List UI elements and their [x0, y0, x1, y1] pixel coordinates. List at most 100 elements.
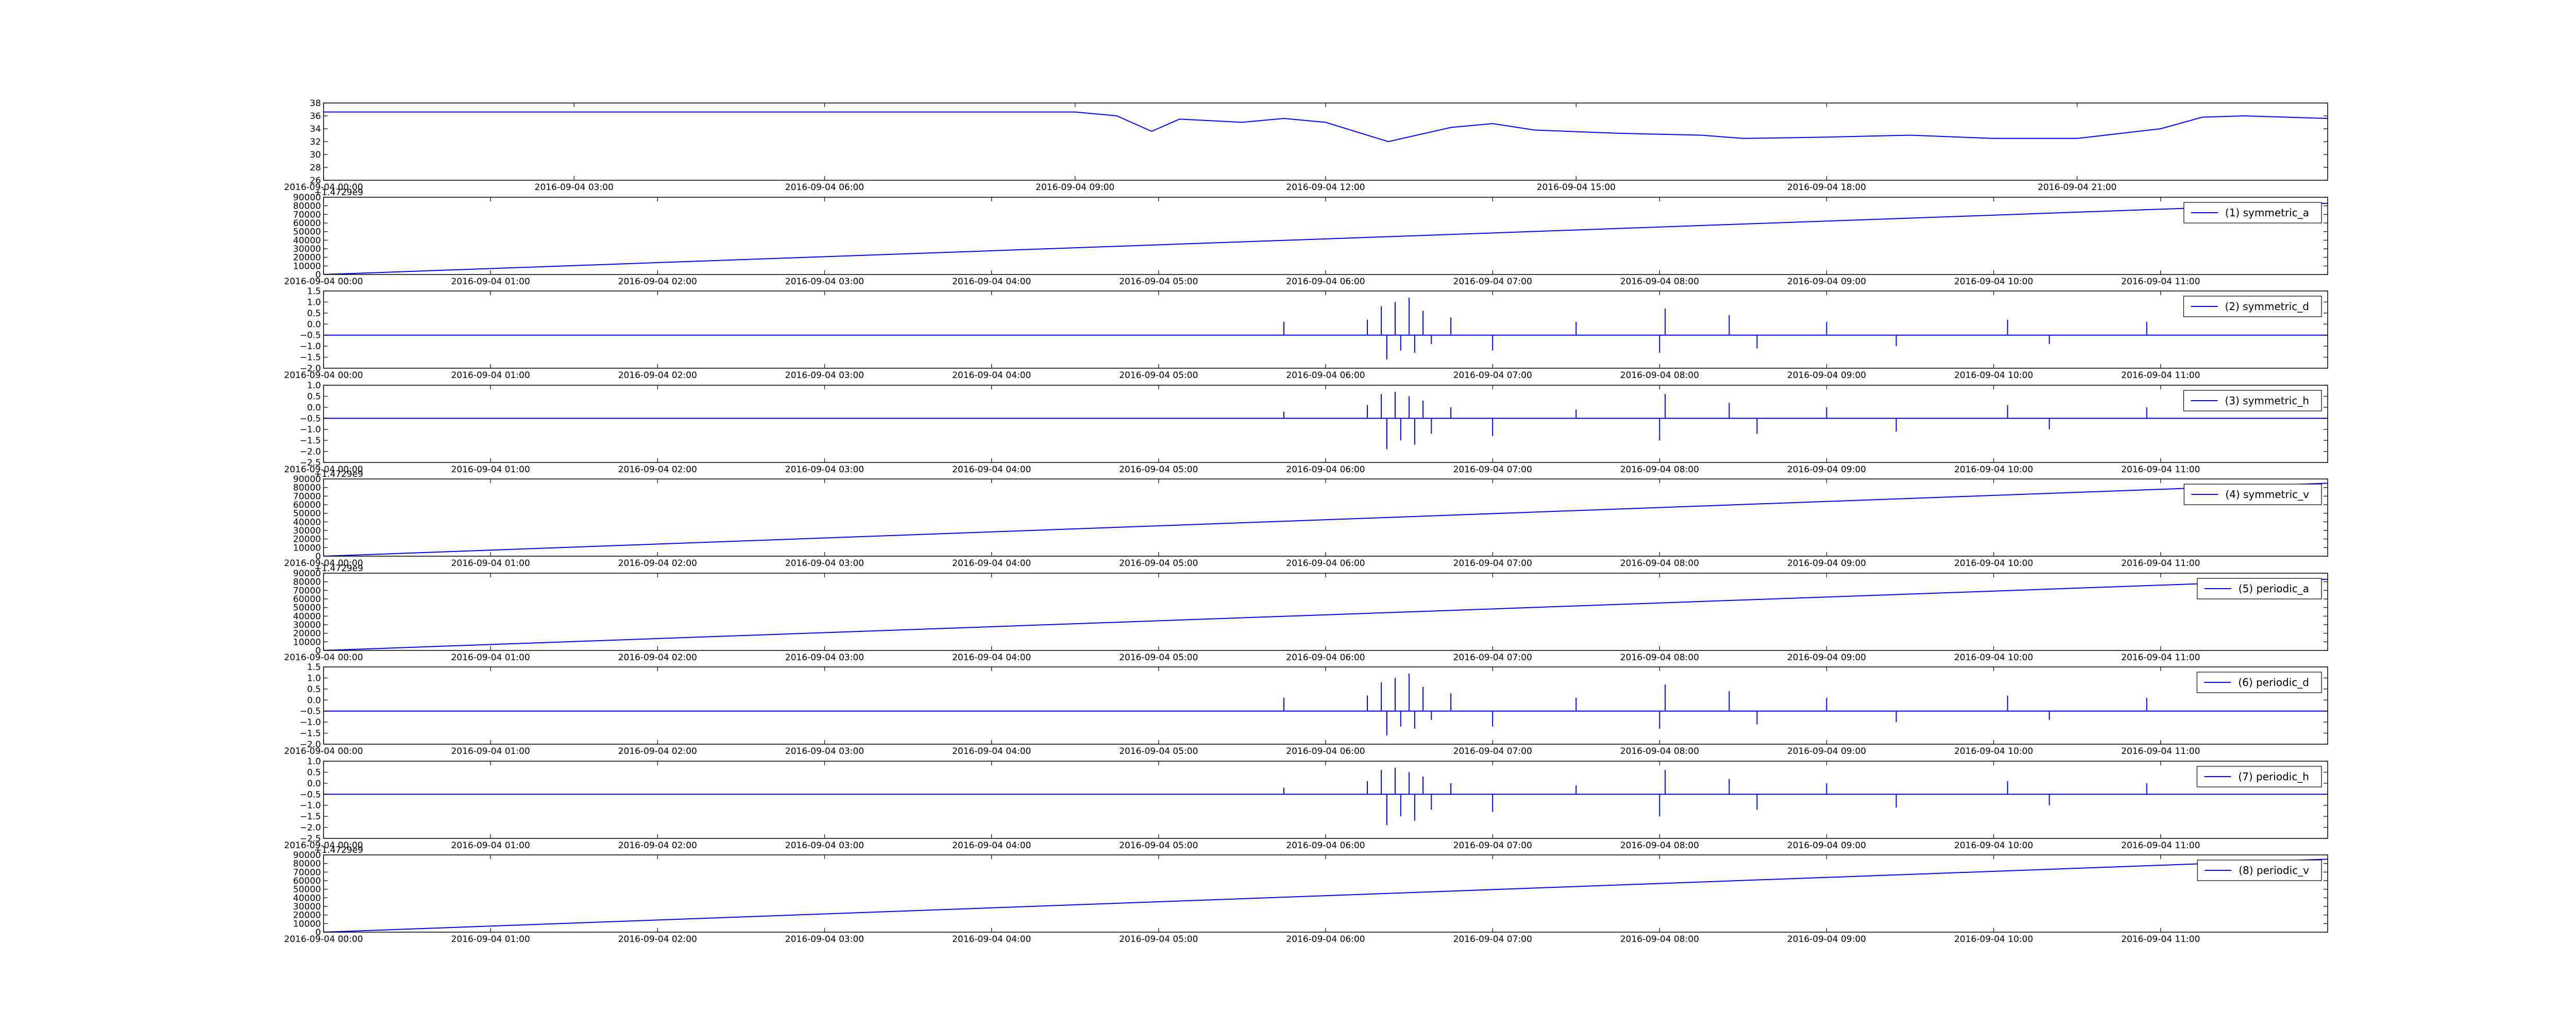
x-tick-label: 2016-09-04 21:00: [2038, 182, 2116, 193]
x-tick-label: 2016-09-04 01:00: [451, 653, 530, 663]
x-tick-label: 2016-09-04 15:00: [1537, 182, 1616, 193]
x-tick-label: 2016-09-04 06:00: [1286, 840, 1365, 851]
x-tick-label: 2016-09-04 09:00: [1787, 465, 1866, 475]
x-tick-label: 2016-09-04 00:00: [284, 370, 363, 381]
legend-label: (1) symmetric_a: [2225, 207, 2309, 219]
y-tick-label: 1.0: [307, 381, 321, 391]
x-tick-label: 2016-09-04 11:00: [2121, 370, 2200, 381]
x-tick-label: 2016-09-04 07:00: [1453, 840, 1532, 851]
x-tick-label: 2016-09-04 01:00: [451, 277, 530, 287]
x-tick-label: 2016-09-04 02:00: [618, 558, 697, 569]
y-tick-label: −1.5: [300, 729, 321, 739]
legend: (8) periodic_v: [2197, 860, 2322, 881]
legend-label: (3) symmetric_h: [2225, 394, 2309, 407]
legend-label: (7) periodic_h: [2238, 770, 2309, 783]
y-tick-label: 34: [310, 124, 321, 134]
y-tick-label: 0.0: [307, 779, 321, 789]
panel-4: 0100002000030000400005000060000700008000…: [284, 469, 2328, 569]
x-tick-label: 2016-09-04 08:00: [1620, 370, 1699, 381]
x-tick-label: 2016-09-04 00:00: [284, 746, 363, 757]
panel-0: 262830323436382016-09-04 00:00 2016-09-04…: [284, 98, 2328, 193]
panel-8: 0100002000030000400005000060000700008000…: [284, 845, 2328, 945]
x-tick-label: 2016-09-04 07:00: [1453, 746, 1532, 757]
x-tick-label: 2016-09-04 04:00: [952, 558, 1031, 569]
y-tick-label: −1.0: [300, 801, 321, 811]
series-line: [324, 111, 2328, 143]
y-tick-label: 38: [310, 98, 321, 109]
y-tick-label: 36: [310, 111, 321, 122]
y-tick-label: 0.0: [307, 403, 321, 413]
panel-6: −2.0−1.5−1.0−0.50.00.51.01.52016-09-04 0…: [284, 662, 2328, 757]
y-offset-label: +1.4729e9: [314, 845, 363, 855]
figure: 262830323436382016-09-04 00:00 2016-09-04…: [284, 98, 2328, 945]
panel-2: −2.0−1.5−1.0−0.50.00.51.01.52016-09-04 0…: [284, 286, 2328, 381]
x-tick-label: 2016-09-04 10:00: [1954, 370, 2033, 381]
y-tick-label: −1.0: [300, 425, 321, 435]
x-tick-label: 2016-09-04 08:00: [1620, 277, 1699, 287]
x-tick-label: 2016-09-04 07:00: [1453, 653, 1532, 663]
axes-frame: [323, 385, 2328, 463]
axes-frame: [323, 854, 2328, 933]
axes-frame: [323, 573, 2328, 651]
x-tick-label: 2016-09-04 07:00: [1453, 558, 1532, 569]
x-tick-label: 2016-09-04 02:00: [618, 934, 697, 945]
x-tick-label: 2016-09-04 05:00: [1119, 653, 1198, 663]
x-tick-label: 2016-09-04 06:00: [1286, 934, 1365, 945]
x-tick-label: 2016-09-04 05:00: [1119, 746, 1198, 757]
x-tick-label: 2016-09-04 05:00: [1119, 370, 1198, 381]
y-tick-label: 1.0: [307, 673, 321, 683]
x-tick-label: 2016-09-04 01:00: [451, 934, 530, 945]
panel-1: 0100002000030000400005000060000700008000…: [284, 187, 2328, 287]
x-tick-label: 2016-09-04 07:00: [1453, 465, 1532, 475]
panel-3: −2.5−2.0−1.5−1.0−0.50.00.51.02016-09-04 …: [284, 381, 2328, 475]
x-tick-label: 2016-09-04 07:00: [1453, 370, 1532, 381]
x-tick-label: 2016-09-04 04:00: [952, 370, 1031, 381]
y-offset-label: +1.4729e9: [314, 187, 363, 198]
x-tick-label: 2016-09-04 03:00: [785, 277, 864, 287]
x-tick-label: 2016-09-04 00:00: [284, 653, 363, 663]
y-tick-label: 28: [310, 163, 321, 173]
x-tick-label: 2016-09-04 01:00: [451, 558, 530, 569]
x-tick-label: 2016-09-04 09:00: [1787, 653, 1866, 663]
x-tick-label: 2016-09-04 03:00: [785, 840, 864, 851]
x-tick-label: 2016-09-04 04:00: [952, 465, 1031, 475]
legend: (4) symmetric_v: [2183, 484, 2322, 505]
x-tick-label: 2016-09-04 10:00: [1954, 746, 2033, 757]
x-tick-label: 2016-09-04 04:00: [952, 840, 1031, 851]
x-tick-label: 2016-09-04 02:00: [618, 746, 697, 757]
legend-label: (6) periodic_d: [2238, 676, 2309, 689]
x-tick-label: 2016-09-04 10:00: [1954, 653, 2033, 663]
x-tick-label: 2016-09-04 10:00: [1954, 277, 2033, 287]
x-tick-label: 2016-09-04 06:00: [1286, 653, 1365, 663]
x-tick-label: 2016-09-04 01:00: [451, 465, 530, 475]
x-tick-label: 2016-09-04 09:00: [1787, 277, 1866, 287]
legend: (2) symmetric_d: [2183, 296, 2322, 317]
x-tick-label: 2016-09-04 08:00: [1620, 653, 1699, 663]
axes-frame: [323, 290, 2328, 369]
x-tick-label: 2016-09-04 12:00: [1286, 182, 1365, 193]
y-offset-label: +1.4729e9: [314, 563, 363, 574]
x-tick-label: 2016-09-04 04:00: [952, 746, 1031, 757]
x-tick-label: 2016-09-04 10:00: [1954, 934, 2033, 945]
x-tick-label: 2016-09-04 06:00: [1286, 277, 1365, 287]
x-tick-label: 2016-09-04 04:00: [952, 653, 1031, 663]
x-tick-label: 2016-09-04 06:00: [785, 182, 864, 193]
axes-frame: [323, 102, 2328, 181]
x-tick-label: 2016-09-04 05:00: [1119, 934, 1198, 945]
series-line: [324, 202, 2328, 274]
x-tick-label: 2016-09-04 11:00: [2121, 277, 2200, 287]
x-tick-label: 2016-09-04 05:00: [1119, 840, 1198, 851]
x-tick-label: 2016-09-04 02:00: [618, 277, 697, 287]
y-tick-label: −1.5: [300, 353, 321, 363]
y-tick-label: 0.5: [307, 767, 321, 778]
y-tick-label: −2.0: [300, 823, 321, 833]
y-tick-label: 0.5: [307, 308, 321, 319]
y-tick-label: −0.5: [300, 414, 321, 424]
x-tick-label: 2016-09-04 09:00: [1787, 558, 1866, 569]
series-line: [324, 483, 2328, 556]
x-tick-label: 2016-09-04 18:00: [1787, 182, 1866, 193]
axes-frame: [323, 666, 2328, 745]
x-tick-label: 2016-09-04 03:00: [785, 465, 864, 475]
x-tick-label: 2016-09-04 07:00: [1453, 934, 1532, 945]
y-tick-label: −0.5: [300, 331, 321, 341]
